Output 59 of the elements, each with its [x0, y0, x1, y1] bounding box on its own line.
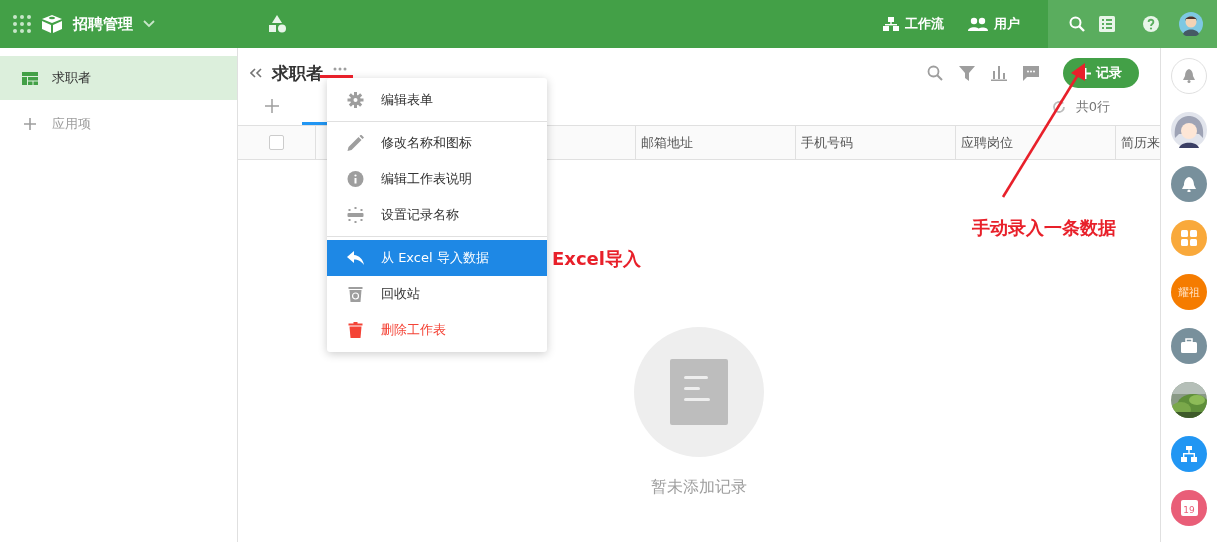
trash-icon [347, 322, 364, 338]
apps-grid-icon[interactable] [13, 15, 31, 33]
list-icon[interactable] [1099, 16, 1115, 32]
column-header[interactable]: 简历来 [1116, 126, 1160, 159]
briefcase-icon [1181, 338, 1197, 354]
chevron-down-icon[interactable] [143, 20, 155, 28]
avatar-icon[interactable] [1179, 12, 1203, 36]
text-field-icon [347, 207, 364, 223]
empty-state-text: 暂未添加记录 [651, 477, 747, 498]
search-icon[interactable] [927, 65, 943, 81]
pencil-icon [347, 135, 364, 151]
filter-icon[interactable] [959, 65, 975, 81]
avatar-icon[interactable] [1171, 112, 1207, 148]
bell-icon [1183, 69, 1195, 83]
plus-icon[interactable] [265, 99, 279, 113]
column-header[interactable]: 邮箱地址 [636, 126, 796, 159]
recycle-bin-icon [347, 286, 364, 302]
reply-arrow-icon [347, 251, 364, 265]
bar-chart-icon[interactable] [991, 65, 1007, 81]
menu-item[interactable]: 修改名称和图标 [327, 125, 547, 161]
row-count: 共0行 [1075, 98, 1110, 116]
calendar-day: 19 [1183, 505, 1195, 516]
plus-icon [24, 118, 36, 130]
blocks-icon [41, 14, 63, 34]
more-icon[interactable] [333, 67, 347, 71]
menu-item[interactable]: 编辑表单 [327, 82, 547, 118]
annotation-text: Excel导入 [552, 247, 641, 271]
menu-item[interactable]: 设置记录名称 [327, 197, 547, 233]
sidebar-item[interactable]: 求职者 [0, 56, 237, 100]
hierarchy-icon [883, 17, 899, 31]
comment-icon[interactable] [1023, 65, 1039, 81]
notification-button[interactable] [1171, 58, 1207, 94]
app-title: 招聘管理 [73, 14, 133, 34]
table-icon [22, 71, 38, 85]
collapse-icon[interactable] [250, 68, 262, 78]
column-header[interactable]: 手机号码 [796, 126, 956, 159]
document-icon [670, 359, 728, 425]
menu-item[interactable]: 删除工作表 [327, 312, 547, 348]
menu-item[interactable]: 从 Excel 导入数据 [327, 240, 547, 276]
column-header[interactable]: 应聘岗位 [956, 126, 1116, 159]
app-button[interactable] [1171, 328, 1207, 364]
shapes-icon[interactable] [267, 15, 287, 33]
app-button[interactable] [1171, 436, 1207, 472]
menu-item[interactable]: 回收站 [327, 276, 547, 312]
refresh-icon[interactable] [1051, 100, 1066, 114]
sheet-title: 求职者 [272, 61, 323, 85]
grid-icon [1181, 230, 1197, 246]
annotation-text: 手动录入一条数据 [972, 216, 1116, 240]
people-icon [968, 17, 988, 31]
search-icon[interactable] [1069, 16, 1085, 32]
info-icon [347, 171, 364, 187]
gear-icon [347, 92, 364, 108]
app-button[interactable] [1171, 220, 1207, 256]
app-button[interactable] [1171, 166, 1207, 202]
bell-icon [1181, 176, 1197, 192]
select-all-checkbox[interactable] [269, 135, 284, 150]
help-icon[interactable] [1143, 16, 1159, 32]
menu-item[interactable]: 编辑工作表说明 [327, 161, 547, 197]
hierarchy-icon [1181, 446, 1197, 462]
